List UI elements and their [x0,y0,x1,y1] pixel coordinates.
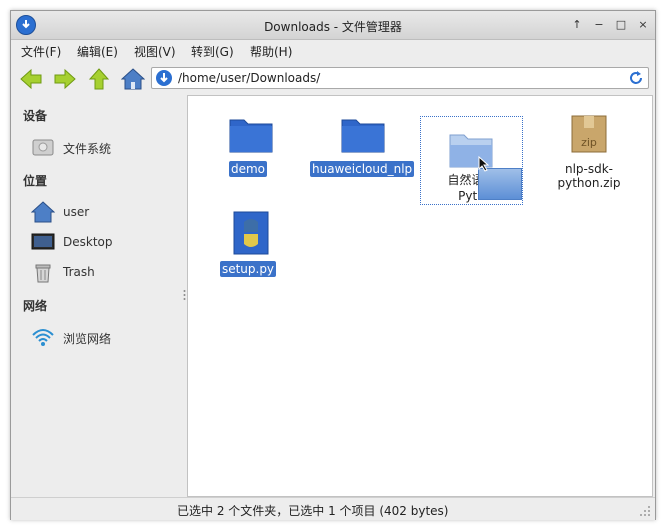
sidebar-item-filesystem[interactable]: 文件系统 [31,135,181,159]
window-title: Downloads - 文件管理器 [264,20,402,34]
sidebar-item-label: Desktop [63,235,113,249]
up-button[interactable] [87,67,111,91]
sidebar-item-label: user [63,205,90,219]
file-name: demo [228,161,268,177]
raise-window-button[interactable]: ↑ [569,17,585,33]
toolbar: /home/user/Downloads/ [11,63,655,93]
home-icon [120,68,146,90]
sidebar-item-label: 文件系统 [63,142,112,156]
file-item-nlp-sdk-python-zip[interactable]: zip nlp-sdk-python.zip [534,110,644,190]
location-input[interactable]: /home/user/Downloads/ [178,71,320,85]
network-icon [32,329,54,346]
file-item-demo[interactable]: demo [198,110,298,190]
file-name: setup.py [219,261,277,277]
file-name: huaweicloud_nlp [310,161,415,177]
sidebar-header-devices: 设备 [23,109,48,123]
minimize-button[interactable]: − [591,17,607,33]
desktop-icon [31,233,55,250]
sidebar-header-network: 网络 [23,299,48,313]
zip-icon-label: zip [581,136,597,149]
title-bar[interactable]: Downloads - 文件管理器 ↑ − □ × [11,11,655,40]
folder-icon [229,119,273,153]
reload-button[interactable] [628,70,644,86]
menu-view[interactable]: 视图(V) [134,43,176,60]
file-item-nlp-python-folder[interactable]: 自然语言 Pyth [420,116,523,205]
resize-grip-icon[interactable] [639,505,651,517]
sidebar: 设备 文件系统 位置 user Desktop Trash 网络 浏览网络 [11,95,181,497]
sidebar-item-desktop[interactable]: Desktop [31,230,181,254]
status-bar: 已选中 2 个文件夹，已选中 1 个项目 (402 bytes) [11,497,655,520]
folder-icon [341,119,385,153]
menu-bar: 文件(F) 编辑(E) 视图(V) 转到(G) 帮助(H) [11,40,655,62]
menu-edit[interactable]: 编辑(E) [77,43,118,60]
drag-preview-folder [478,168,522,200]
file-name: nlp-sdk-python.zip [557,162,621,190]
arrow-up-icon [88,68,110,90]
home-icon [31,201,55,223]
download-folder-icon [156,70,172,86]
location-bar[interactable]: /home/user/Downloads/ [151,67,649,89]
mouse-cursor-icon [478,156,490,172]
status-text: 已选中 2 个文件夹，已选中 1 个项目 (402 bytes) [177,504,449,518]
arrow-left-icon [20,68,42,90]
drive-icon [32,139,54,156]
maximize-button[interactable]: □ [613,17,629,33]
arrow-right-icon [54,68,76,90]
home-button[interactable] [120,67,146,91]
file-item-setup-py[interactable]: setup.py [198,210,298,290]
sidebar-item-trash[interactable]: Trash [31,260,181,284]
file-manager-window: Downloads - 文件管理器 ↑ − □ × 文件(F) 编辑(E) 视图… [10,10,656,520]
file-item-huaweicloud-nlp[interactable]: huaweicloud_nlp [310,110,415,190]
close-button[interactable]: × [635,17,651,33]
sidebar-item-user[interactable]: user [31,200,181,224]
sidebar-item-label: 浏览网络 [63,332,112,346]
reload-icon [630,71,642,84]
python-file-icon [233,211,269,255]
forward-button[interactable] [53,67,77,91]
sidebar-item-label: Trash [63,265,95,279]
sidebar-header-places: 位置 [23,174,48,188]
zip-archive-icon: zip [571,115,607,153]
menu-file[interactable]: 文件(F) [21,43,61,60]
file-view[interactable]: demo huaweicloud_nlp 自然语言 Pyth zip nlp-s… [187,95,653,497]
trash-icon [35,264,51,283]
back-button[interactable] [19,67,43,91]
sidebar-item-browse-network[interactable]: 浏览网络 [31,325,181,349]
menu-go[interactable]: 转到(G) [191,43,234,60]
menu-help[interactable]: 帮助(H) [250,43,292,60]
